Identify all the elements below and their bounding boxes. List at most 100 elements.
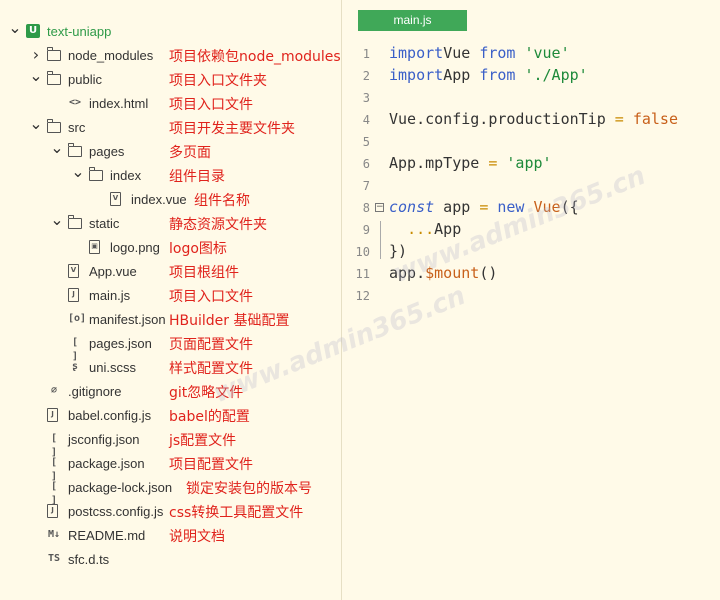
chevron-down-icon[interactable] [8,24,22,38]
tree-item[interactable]: Vindex.vue 组件名称 [0,189,341,211]
tree-item[interactable]: Jmain.js 项目入口文件 [0,285,341,307]
code-editor[interactable]: main.js 1 importVue from 'vue' 2 importApp … [342,0,720,600]
tree-item[interactable]: Jbabel.config.js babel的配置 [0,405,341,427]
folder-icon [46,119,61,133]
tree-item[interactable]: [ ] pages.json 页面配置文件 [0,333,341,362]
tree-item-label: uni.scss [89,360,136,375]
tree-item[interactable]: [ ] jsconfig.json js配置文件 [0,429,341,458]
code-text: importVue from 'vue' [389,44,570,62]
tree-item[interactable]: Utext-uniapp [0,21,341,43]
image-file-icon: ▣ [89,240,100,254]
chevron-down-icon[interactable] [29,120,43,134]
annotation-note: 页面配置文件 [169,337,253,353]
annotation-note: 静态资源文件夹 [169,217,267,233]
line-number: 1 [362,47,370,61]
annotation-note: git忽略文件 [169,385,244,401]
tree-item-label: babel.config.js [68,408,152,423]
annotation-note: 项目配置文件 [169,457,253,473]
json-file-icon: [ ] [50,457,58,482]
tree-item[interactable]: static 静态资源文件夹 [0,213,341,235]
folder-icon [67,143,82,157]
tree-item-label: package.json [68,456,145,471]
manifest-file-icon: [o] [68,313,87,324]
annotation-note: 多页面 [169,145,211,161]
markdown-file-icon: M↓ [47,529,61,540]
code-line[interactable]: 9 ...App [342,219,720,241]
tree-item-label: src [68,120,86,135]
code-line[interactable]: 5 [342,131,720,153]
tree-item[interactable]: Jpostcss.config.js css转换工具配置文件 [0,501,341,523]
annotation-note: js配置文件 [169,433,237,449]
chevron-down-icon[interactable] [29,72,43,86]
annotation-note: 项目入口文件夹 [169,73,267,89]
tree-item[interactable]: V App.vue 项目根组件 [0,261,341,283]
annotation-note: HBuilder 基础配置 [169,313,290,329]
tree-item[interactable]: M↓ README.md 说明文档 [0,525,341,547]
tree-item[interactable]: [ ] package-lock.json 锁定安装包的版本号 [0,477,341,506]
code-text: Vue.config.productionTip = false [389,110,678,128]
fold-toggle-icon[interactable]: − [375,203,384,212]
tree-item[interactable]: node_modules 项目依赖包node_modules [0,45,341,67]
tree-item[interactable]: ▣ logo.png logo图标 [0,237,341,259]
annotation-note: 项目依赖包node_modules [169,49,341,65]
line-number: 3 [362,91,370,105]
js-file-icon: J [47,408,58,422]
tree-item-label: package-lock.json [68,480,173,495]
annotation-note: 项目入口文件 [169,289,253,305]
tree-item[interactable]: pages 多页面 [0,141,341,163]
annotation-note: 锁定安装包的版本号 [186,481,312,497]
code-line[interactable]: 7 [342,175,720,197]
tree-item-label: manifest.json [89,312,166,327]
annotation-note: 组件名称 [194,193,250,209]
vue-file-icon: V [110,192,121,206]
code-text: importApp from './App' [389,66,588,84]
line-number: 5 [362,135,370,149]
json-file-icon: [ ] [50,433,58,458]
chevron-down-icon[interactable] [50,216,64,230]
git-file-icon: ⌀ [50,385,58,396]
tree-item[interactable]: public 项目入口文件夹 [0,69,341,91]
tree-item-label: logo.png [110,240,160,255]
html-file-icon: <> [68,97,82,108]
file-explorer: Utext-uniapp node_modules 项目依赖包node_module… [0,0,341,600]
line-number: 10 [355,245,370,259]
annotation-note: 项目根组件 [169,265,239,281]
tab-main-js[interactable]: main.js [358,10,467,31]
tree-item[interactable]: <> index.html 项目入口文件 [0,93,341,115]
code-text: app.$mount() [389,264,498,282]
code-text: App.mpType = 'app' [389,154,552,172]
code-line[interactable]: 4 Vue.config.productionTip = false [342,109,720,131]
tree-item-label: .gitignore [68,384,122,399]
annotation-note: babel的配置 [169,409,250,425]
tree-item[interactable]: ⌀ .gitignore git忽略文件 [0,381,341,403]
code-text: const app = new Vue({ [389,198,579,216]
annotation-note: 说明文档 [169,529,225,545]
tree-item-label: main.js [89,288,131,303]
code-line[interactable]: 2 importApp from './App' [342,65,720,87]
tree-item[interactable]: src 项目开发主要文件夹 [0,117,341,139]
code-line[interactable]: 1 importVue from 'vue' [342,43,720,65]
line-number: 11 [355,267,370,281]
tree-item-label: index [110,168,142,183]
annotation-note: logo图标 [169,241,227,257]
code-line[interactable]: 12 [342,285,720,307]
code-line[interactable]: 6 App.mpType = 'app' [342,153,720,175]
js-file-icon: J [47,504,58,518]
tree-item-label: jsconfig.json [68,432,140,447]
chevron-down-icon[interactable] [50,144,64,158]
tree-item-label: pages [89,144,125,159]
tree-item[interactable]: [ ] package.json 项目配置文件 [0,453,341,482]
tree-item[interactable]: TS sfc.d.ts [0,549,341,571]
code-line[interactable]: 11 app.$mount() [342,263,720,285]
chevron-down-icon[interactable] [71,168,85,182]
tree-item-label: index.vue [131,192,187,207]
tree-item[interactable]: ʂ uni.scss 样式配置文件 [0,357,341,379]
root-project-icon: U [26,24,40,38]
tree-item[interactable]: index 组件目录 [0,165,341,187]
tree-item[interactable]: [o] manifest.json HBuilder 基础配置 [0,309,341,331]
code-line[interactable]: 8− const app = new Vue({ [342,197,720,219]
code-line[interactable]: 3 [342,87,720,109]
chevron-right-icon[interactable] [29,48,43,62]
vue-file-icon: V [68,264,79,278]
code-line[interactable]: 10}) [342,241,720,263]
